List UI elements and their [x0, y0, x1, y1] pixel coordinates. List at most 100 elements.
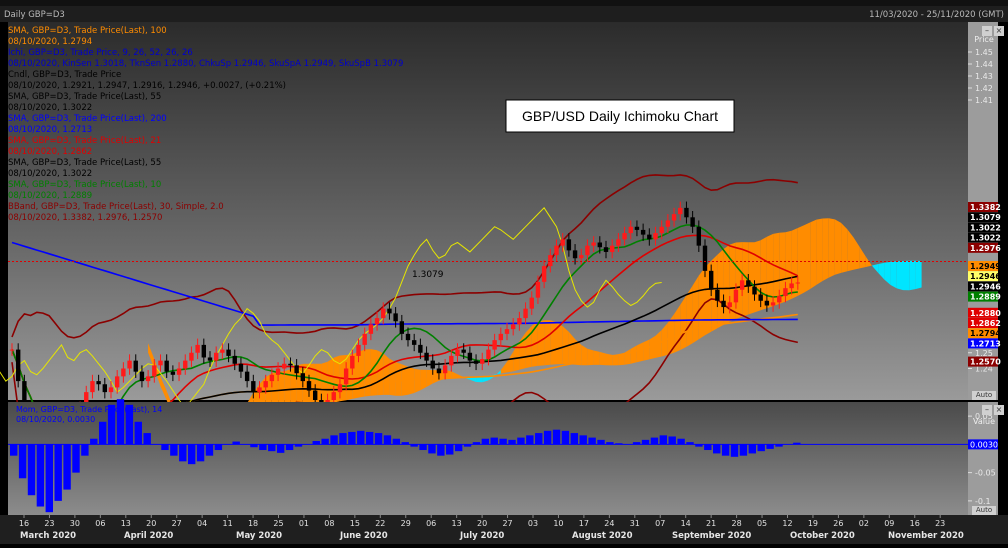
candle-body: [350, 355, 355, 369]
candle-body: [529, 297, 534, 309]
candle-body: [480, 359, 485, 364]
momentum-bar: [276, 444, 285, 453]
cloud-segment: [816, 218, 823, 285]
candle-body: [653, 233, 658, 240]
auto-scale-price-button[interactable]: Auto: [972, 391, 996, 400]
cloud-segment: [834, 219, 842, 275]
cloud-segment: [643, 339, 650, 361]
momentum-bar: [597, 439, 605, 445]
momentum-bar: [730, 444, 739, 457]
candle-body: [244, 371, 250, 382]
candle-body: [770, 302, 776, 306]
momentum-bar: [428, 444, 436, 454]
momentum-bar: [437, 444, 445, 456]
x-tick-label: 25: [273, 519, 283, 528]
momentum-bar: [543, 430, 552, 445]
candle-body: [603, 247, 609, 252]
momentum-bar: [757, 444, 765, 452]
x-tick-label: 05: [757, 519, 767, 528]
momentum-legend-value: 08/10/2020, 0.0030: [16, 415, 95, 424]
momentum-bar: [214, 444, 223, 451]
legend-line: 08/10/2020, 1.3382, 1.2976, 1.2570: [8, 213, 163, 223]
cloud-segment: [408, 366, 415, 395]
x-tick-label: 19: [808, 519, 818, 528]
x-tick-label: 17: [579, 519, 589, 528]
momentum-bar: [508, 439, 516, 445]
x-tick-label: 16: [19, 519, 29, 528]
cloud-segment: [841, 222, 848, 273]
auto-scale-momentum-button[interactable]: Auto: [972, 506, 996, 515]
candle-body: [226, 349, 231, 356]
candle-body: [659, 226, 664, 234]
candle-body: [758, 294, 763, 301]
x-tick-label: 16: [910, 519, 920, 528]
candle-body: [486, 349, 491, 360]
momentum-axis-title: Value: [973, 417, 995, 426]
candle-body: [739, 280, 745, 290]
candle-body: [337, 384, 343, 393]
momentum-bar: [713, 444, 721, 454]
candle-body: [715, 289, 720, 301]
date-range: 11/03/2020 - 25/11/2020 (GMT): [869, 10, 1004, 20]
candle-body: [517, 318, 522, 325]
x-tick-label: 08: [324, 519, 334, 528]
candle-body: [374, 318, 380, 325]
candle-body: [560, 239, 565, 246]
candle-body: [356, 344, 361, 356]
momentum-value-label: 0.0030: [970, 440, 998, 449]
cloud-segment: [890, 261, 897, 289]
legend-line: SMA, GBP=D3, Trade Price(Last), 55: [8, 158, 162, 168]
price-label: 1.3382: [970, 203, 1001, 212]
price-label: 1.3022: [970, 234, 1001, 243]
candle-body: [387, 308, 392, 314]
momentum-bar: [668, 436, 676, 445]
momentum-bar: [365, 431, 374, 445]
x-tick-label: 20: [146, 519, 156, 528]
x-tick-label: 18: [248, 519, 258, 528]
cloud-segment: [822, 218, 829, 281]
candle-body: [461, 349, 466, 353]
momentum-bar: [419, 444, 427, 451]
candle-body: [473, 360, 479, 364]
close-pane-button[interactable]: ×: [994, 26, 1004, 36]
cloud-segment: [791, 228, 798, 299]
x-month-label: June 2020: [339, 531, 388, 541]
cloud-segment: [414, 368, 421, 393]
candle-body: [510, 324, 516, 330]
x-month-label: September 2020: [672, 531, 751, 541]
window-title: Daily GBP=D3: [4, 10, 65, 20]
cloud-segment: [587, 348, 594, 366]
minimize-pane-button[interactable]: –: [982, 26, 992, 36]
momentum-bar: [721, 444, 730, 456]
momentum-bar: [383, 435, 392, 445]
candle-body: [702, 245, 708, 271]
legend-line: 08/10/2020, 1.2862: [8, 147, 93, 157]
momentum-bar: [695, 444, 703, 447]
candle-body: [9, 349, 15, 351]
legend-line: 08/10/2020, 1.3022: [8, 169, 93, 179]
cloud-segment: [550, 320, 557, 365]
candle-body: [418, 344, 423, 353]
title-bar: [0, 6, 1008, 22]
momentum-bar: [615, 443, 623, 445]
momentum-bar: [45, 444, 53, 513]
momentum-bar: [285, 444, 294, 451]
cloud-segment: [896, 261, 903, 291]
momentum-bar: [570, 433, 579, 445]
candle-body: [405, 333, 411, 341]
momentum-bar: [641, 439, 650, 445]
candle-body: [195, 344, 200, 353]
momentum-bar: [739, 444, 748, 456]
candle-body: [622, 233, 627, 240]
close-momentum-button[interactable]: ×: [994, 405, 1004, 415]
candle-body: [678, 207, 683, 215]
candle-body: [232, 355, 237, 364]
cloud-segment: [395, 362, 402, 396]
candle-body: [331, 392, 336, 400]
minimize-momentum-button[interactable]: –: [982, 405, 992, 415]
x-tick-label: 01: [299, 519, 309, 528]
candle-body: [764, 300, 770, 306]
x-tick-label: 09: [884, 519, 894, 528]
candle-body: [554, 245, 559, 256]
candle-body: [90, 381, 95, 393]
